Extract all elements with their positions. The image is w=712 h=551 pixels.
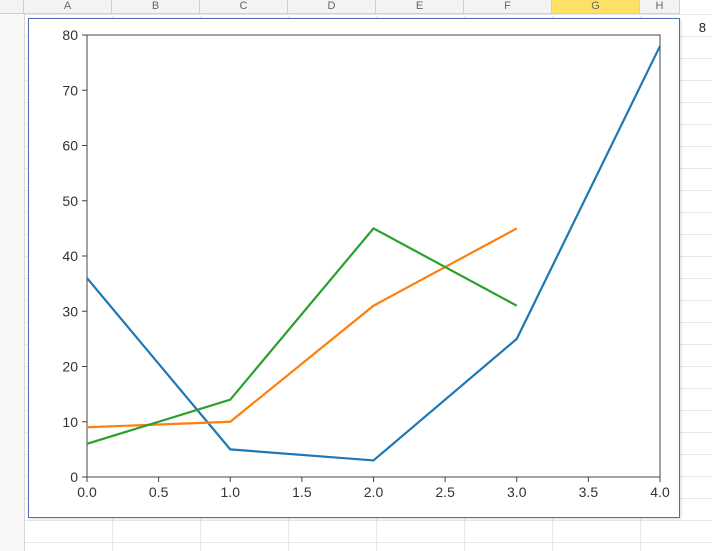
column-header-A[interactable]: A bbox=[24, 0, 112, 14]
x-tick-label: 0.0 bbox=[77, 484, 97, 500]
x-tick-label: 2.0 bbox=[364, 484, 384, 500]
y-tick-label: 40 bbox=[62, 248, 78, 264]
x-tick-label: 3.0 bbox=[507, 484, 527, 500]
column-header-D[interactable]: D bbox=[288, 0, 376, 14]
y-tick-label: 70 bbox=[62, 82, 78, 98]
column-header-G[interactable]: G bbox=[552, 0, 640, 14]
y-tick-label: 50 bbox=[62, 193, 78, 209]
y-tick-label: 20 bbox=[62, 359, 78, 375]
x-tick-label: 3.5 bbox=[579, 484, 599, 500]
column-header-B[interactable]: B bbox=[112, 0, 200, 14]
y-tick-label: 10 bbox=[62, 414, 78, 430]
select-all-corner[interactable] bbox=[0, 0, 24, 14]
y-tick-label: 80 bbox=[62, 27, 78, 43]
series-line-2 bbox=[87, 228, 517, 427]
x-tick-label: 1.5 bbox=[292, 484, 312, 500]
x-tick-label: 2.5 bbox=[435, 484, 455, 500]
column-header-H[interactable]: H bbox=[640, 0, 680, 14]
y-tick-label: 0 bbox=[70, 469, 78, 485]
series-line-1 bbox=[87, 46, 660, 460]
plot-frame bbox=[87, 35, 660, 477]
chart-svg: 0 10 20 30 40 50 60 70 80 0.0 0.5 1.0 1.5 2.0 2.5 3.0 3.… bbox=[29, 19, 679, 517]
column-header-C[interactable]: C bbox=[200, 0, 288, 14]
column-header-row: ABCDEFGH bbox=[0, 0, 712, 14]
spreadsheet-viewport: ABCDEFGH 8 0 10 20 30 40 50 60 70 80 0.0 0.5 1.0 1.5… bbox=[0, 0, 712, 551]
embedded-chart[interactable]: 0 10 20 30 40 50 60 70 80 0.0 0.5 1.0 1.5 2.0 2.5 3.0 3.… bbox=[28, 18, 680, 518]
x-tick-label: 0.5 bbox=[149, 484, 169, 500]
column-header-E[interactable]: E bbox=[376, 0, 464, 14]
column-header-F[interactable]: F bbox=[464, 0, 552, 14]
y-tick-label: 60 bbox=[62, 138, 78, 154]
x-tick-label: 1.0 bbox=[221, 484, 241, 500]
series-line-3 bbox=[87, 228, 517, 443]
x-tick-label: 4.0 bbox=[650, 484, 670, 500]
cell-H1[interactable]: 8 bbox=[686, 20, 706, 35]
y-tick-label: 30 bbox=[62, 303, 78, 319]
